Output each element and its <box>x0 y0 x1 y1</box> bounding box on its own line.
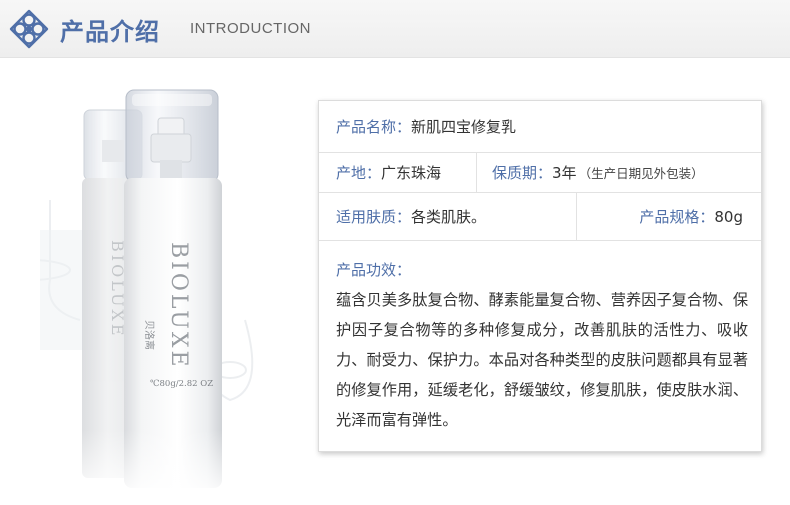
product-info-card: 产品名称： 新肌四宝修复乳 产地： 广东珠海 保质期： 3年 （生产日期见外包装… <box>318 100 762 452</box>
shelf-life-note: （生产日期见外包装） <box>578 166 704 181</box>
skin-type-label: 适用肤质： <box>336 208 412 226</box>
bottle-brand: BIOLUXE <box>166 242 191 370</box>
section-header: 产品介绍 INTRODUCTION <box>0 0 790 58</box>
diamond-knot-icon <box>9 9 49 49</box>
shelf-life-label: 保质期： <box>492 164 553 182</box>
origin-label: 产地： <box>336 164 382 182</box>
bottle-volume: ℃80g/2.82 OZ <box>150 379 213 389</box>
row-origin-shelf: 产地： 广东珠海 保质期： 3年 （生产日期见外包装） <box>319 153 761 193</box>
row-skin-spec: 适用肤质： 各类肌肤。 产品规格： 80g <box>319 193 761 241</box>
section-subtitle: INTRODUCTION <box>190 20 311 37</box>
spec-label: 产品规格： <box>639 208 715 226</box>
row-efficacy: 产品功效： 蕴含贝美多肽复合物、酵素能量复合物、营养因子复合物、保护因子复合物等… <box>319 241 761 453</box>
column-divider <box>476 153 477 192</box>
skin-type-value: 各类肌肤。 <box>411 208 487 226</box>
product-name-label: 产品名称： <box>336 118 412 136</box>
product-name-value: 新肌四宝修复乳 <box>411 118 517 136</box>
section-title: 产品介绍 <box>60 18 160 46</box>
spec-value: 80g <box>714 207 743 226</box>
column-divider <box>576 193 577 240</box>
row-product-name: 产品名称： 新肌四宝修复乳 <box>319 101 761 153</box>
origin-value: 广东珠海 <box>381 164 442 182</box>
product-image: BIOLUXE BIOLUXE 贝洛离 ℃80g/2.82 OZ <box>40 89 290 500</box>
efficacy-text: 蕴含贝美多肽复合物、酵素能量复合物、营养因子复合物、保护因子复合物等的多种修复成… <box>336 291 748 429</box>
efficacy-label: 产品功效： <box>336 261 412 279</box>
shelf-life-value: 3年 <box>552 164 577 182</box>
bottle-brand-cn: 贝洛离 <box>143 320 156 350</box>
